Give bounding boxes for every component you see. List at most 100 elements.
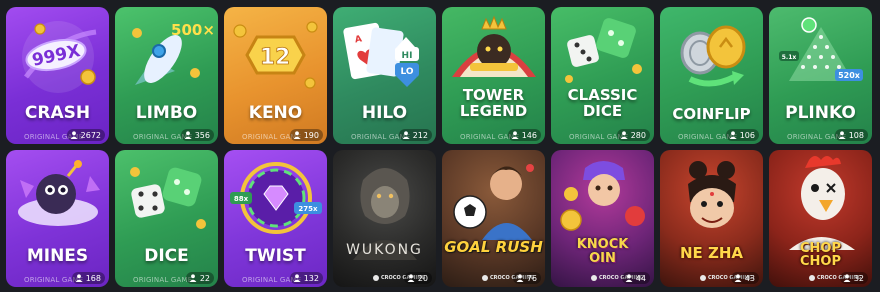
game-card-coinflip[interactable]: COINFLIP ORIGINAL GAME 106 [660,7,763,144]
user-icon [75,274,83,282]
game-title: TWIST [245,246,306,266]
goal-rush-art [453,164,534,240]
game-card-twist[interactable]: 88x 275x TWIST ORIGINAL GAME 132 [224,150,327,287]
player-count: 20 [403,272,432,284]
user-icon [843,274,851,282]
hilo-hi: HI [402,51,413,61]
player-count-value: 43 [744,273,755,283]
player-count: 44 [621,272,650,284]
game-card-knock-oin[interactable]: KNOCK OIN CROCO GAMING 44 [551,150,654,287]
user-icon [516,274,524,282]
game-title: DICE [144,246,189,266]
user-icon [838,131,846,139]
game-card-tower-legend[interactable]: TOWER LEGEND ORIGINAL GAME 146 [442,7,545,144]
user-icon [402,131,410,139]
player-count: 2672 [66,129,105,141]
game-title: HILO [361,103,408,123]
user-icon [184,131,192,139]
user-icon [189,274,197,282]
player-count: 168 [71,272,105,284]
game-title: PLINKO [785,103,856,123]
game-subtitle: ORIGINAL GAME [133,276,193,284]
player-count-value: 108 [848,130,864,140]
game-card-wukong[interactable]: WUKONG CROCO GAMING 20 [333,150,436,287]
player-count: 22 [185,272,214,284]
twist-badge-left: 88x [234,195,249,203]
game-title: KENO [248,103,303,123]
player-count-value: 2672 [80,130,101,140]
user-icon [293,131,301,139]
coinflip-art [680,25,746,87]
player-count-value: 190 [303,130,319,140]
player-count: 280 [616,129,650,141]
game-card-dice[interactable]: DICE ORIGINAL GAME 22 [115,150,218,287]
game-card-limbo[interactable]: 500× LIMBO ORIGINAL GAME 356 [115,7,218,144]
game-title: LIMBO [135,103,198,123]
game-card-classic-dice[interactable]: CLASSIC DICE ORIGINAL GAME 280 [551,7,654,144]
player-count-value: 32 [853,273,864,283]
game-logo: NE ZHA [679,244,744,262]
plinko-art: 520x 5.1x [779,17,863,81]
user-icon [620,131,628,139]
player-count: 212 [398,129,432,141]
game-logo: KNOCK OIN [576,237,629,266]
wukong-art [353,168,417,260]
crash-art: 999X [22,21,97,93]
game-logo: CHOP CHOP [800,241,841,269]
game-card-hilo[interactable]: A HI LO HILO ORIGINAL GAME 212 [333,7,436,144]
player-count: 76 [512,272,541,284]
game-card-ne-zha[interactable]: NE ZHA CROCO GAMING 43 [660,150,763,287]
player-count-value: 356 [194,130,210,140]
game-title: MINES [26,246,89,266]
game-card-crash[interactable]: 999X CRASH ORIGINAL GAME 2672 [6,7,109,144]
user-icon [407,274,415,282]
player-count-value: 146 [521,130,537,140]
player-count-value: 106 [739,130,755,140]
game-card-goal-rush[interactable]: GOAL RUSH CROCO GAMING 76 [442,150,545,287]
game-card-chop-chop[interactable]: CHOP CHOP CROCO GAMING 32 [769,150,872,287]
twist-art: 88x 275x [230,162,322,234]
player-count-value: 132 [303,273,319,283]
player-count-value: 20 [417,273,428,283]
hilo-art: A HI LO [343,22,419,87]
game-title: CLASSIC DICE [567,86,638,120]
player-count-value: 22 [199,273,210,283]
dice-art [130,167,206,229]
player-count-value: 168 [85,273,101,283]
player-count-value: 280 [630,130,646,140]
player-count: 108 [834,129,868,141]
game-card-plinko[interactable]: 520x 5.1x PLINKO ORIGINAL GAME 108 [769,7,872,144]
game-logo: GOAL RUSH [444,238,543,256]
ne-zha-art [688,161,736,228]
player-count-value: 44 [635,273,646,283]
game-title: TOWER LEGEND [459,86,528,120]
player-count: 132 [289,272,323,284]
game-title: COINFLIP [672,105,751,123]
keno-badge: 12 [260,45,291,70]
user-icon [511,131,519,139]
game-card-mines[interactable]: MINES ORIGINAL GAME 168 [6,150,109,287]
player-count: 356 [180,129,214,141]
keno-art: 12 [233,21,318,89]
player-count: 146 [507,129,541,141]
games-grid: 999X CRASH ORIGINAL GAME 2672 500× LIMBO… [6,7,872,287]
user-icon [70,131,78,139]
player-count: 43 [730,272,759,284]
user-icon [293,274,301,282]
mines-art [18,160,100,226]
twist-badge-right: 275x [298,205,318,213]
user-icon [625,274,633,282]
limbo-art: 500× [132,21,215,85]
user-icon [734,274,742,282]
knock-oin-art [560,161,645,231]
player-count: 32 [839,272,868,284]
user-icon [729,131,737,139]
plinko-badge: 520x [838,71,861,80]
game-title: CRASH [24,103,91,123]
game-card-keno[interactable]: 12 KENO ORIGINAL GAME 190 [224,7,327,144]
player-count: 106 [725,129,759,141]
hilo-lo: LO [400,67,413,77]
plinko-badge-small: 5.1x [782,54,797,61]
game-logo: WUKONG [346,242,423,258]
player-count: 190 [289,129,323,141]
